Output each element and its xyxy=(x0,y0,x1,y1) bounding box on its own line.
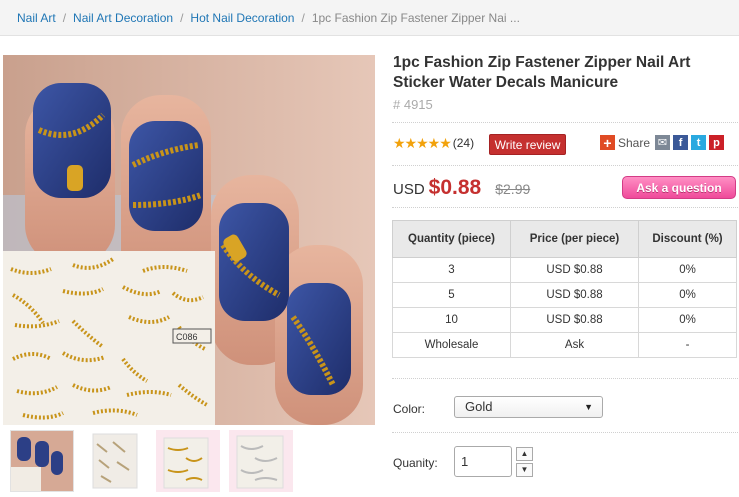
product-main-image[interactable]: C086 xyxy=(3,55,375,425)
thumbnail-3[interactable] xyxy=(156,430,220,492)
nail-photo: C086 xyxy=(3,55,375,425)
ask-question-button[interactable]: Ask a question xyxy=(622,176,736,199)
email-icon[interactable]: ✉ xyxy=(655,135,671,150)
facebook-icon[interactable]: f xyxy=(673,135,689,150)
table-row: Wholesale Ask - xyxy=(392,332,737,358)
table-header: Discount (%) xyxy=(638,220,737,258)
breadcrumb-nail-art[interactable]: Nail Art xyxy=(17,11,56,25)
table-cell: Wholesale xyxy=(392,332,511,358)
thumbnail-image xyxy=(11,431,73,491)
breadcrumb-hot-nail-decoration[interactable]: Hot Nail Decoration xyxy=(190,11,294,25)
table-cell: Ask xyxy=(510,332,639,358)
table-row: 5 USD $0.88 0% xyxy=(392,282,737,308)
plus-share-icon[interactable]: + xyxy=(600,135,615,151)
table-cell: 0% xyxy=(638,257,737,283)
star-icon: ★★★★★ xyxy=(393,135,452,151)
quantity-input[interactable]: 1 xyxy=(454,446,512,477)
price-original: $2.99 xyxy=(495,181,531,197)
breadcrumb-current: 1pc Fashion Zip Fastener Zipper Nai ... xyxy=(311,10,520,25)
table-cell: USD $0.88 xyxy=(510,307,639,333)
breadcrumb: Nail Art / Nail Art Decoration / Hot Nai… xyxy=(0,0,739,36)
twitter-icon[interactable]: t xyxy=(691,135,707,150)
product-sku: # 4915 xyxy=(393,97,433,112)
thumbnail-1[interactable] xyxy=(10,430,74,492)
table-cell: 3 xyxy=(392,257,511,283)
write-review-button[interactable]: Write review xyxy=(489,134,566,155)
color-value: Gold xyxy=(465,399,493,414)
table-row: 3 USD $0.88 0% xyxy=(392,257,737,283)
divider xyxy=(392,378,738,379)
table-cell: USD $0.88 xyxy=(510,282,639,308)
product-title: 1pc Fashion Zip Fastener Zipper Nail Art… xyxy=(393,54,691,91)
thumbnail-strip xyxy=(10,430,293,492)
table-row: 10 USD $0.88 0% xyxy=(392,307,737,333)
table-header: Quantity (piece) xyxy=(392,220,511,258)
thumbnail-2[interactable] xyxy=(83,430,147,492)
thumbnail-image xyxy=(156,430,220,492)
divider xyxy=(392,122,738,123)
table-cell: 10 xyxy=(392,307,511,333)
breadcrumb-separator: / xyxy=(180,10,184,25)
color-select[interactable]: Gold ▼ xyxy=(454,396,603,418)
divider xyxy=(392,432,738,433)
thumbnail-4[interactable] xyxy=(229,430,293,492)
table-cell: USD $0.88 xyxy=(510,257,639,283)
breadcrumb-nail-art-decoration[interactable]: Nail Art Decoration xyxy=(73,11,173,25)
thumbnail-image xyxy=(229,430,293,492)
quantity-label: Quanity: xyxy=(393,456,438,470)
quantity-price-table: Quantity (piece) Price (per piece) Disco… xyxy=(392,220,737,358)
table-cell: 5 xyxy=(392,282,511,308)
price-block: USD $0.88 $2.99 xyxy=(393,176,530,200)
table-cell: - xyxy=(638,332,737,358)
sticker-code: C086 xyxy=(176,332,198,342)
table-header: Price (per piece) xyxy=(510,220,639,258)
caret-down-icon[interactable]: ▼ xyxy=(516,463,533,477)
table-cell: 0% xyxy=(638,282,737,308)
divider xyxy=(392,207,738,208)
rating[interactable]: ★★★★★ (24) xyxy=(393,136,474,150)
chevron-down-icon: ▼ xyxy=(584,402,593,412)
color-label: Color: xyxy=(393,402,426,416)
table-header-row: Quantity (piece) Price (per piece) Disco… xyxy=(392,220,737,258)
divider xyxy=(392,165,738,166)
thumbnail-image xyxy=(83,430,147,492)
price-current: $0.88 xyxy=(428,176,482,199)
breadcrumb-separator: / xyxy=(62,10,67,25)
table-cell: 0% xyxy=(638,307,737,333)
price-currency: USD xyxy=(393,181,425,198)
pinterest-icon[interactable]: p xyxy=(709,135,725,150)
share-label[interactable]: Share xyxy=(618,136,650,150)
review-count: (24) xyxy=(452,136,475,150)
share-bar: + Share ✉ f t p xyxy=(600,135,725,151)
breadcrumb-separator: / xyxy=(301,10,305,25)
caret-up-icon[interactable]: ▲ xyxy=(516,447,533,461)
